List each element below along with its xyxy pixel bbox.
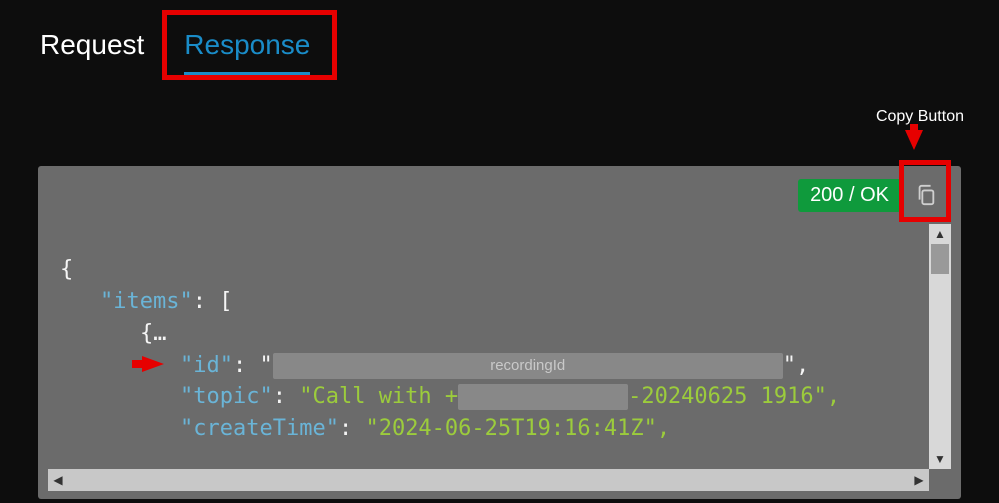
json-line-createtime: "createTime": "2024-06-25T19:16:41Z",: [60, 413, 951, 445]
scroll-track-horizontal[interactable]: [68, 469, 909, 491]
json-punct: : [: [193, 289, 233, 314]
json-key-createtime: "createTime": [180, 416, 339, 441]
redacted-recording-id: recordingId: [273, 353, 783, 379]
response-body-json: {"items": [{…"id": "recordingId","topic"…: [48, 222, 951, 462]
json-punct: ",: [783, 353, 810, 378]
json-string: "2024-06-25T19:16:41Z",: [365, 416, 670, 441]
copy-icon: [915, 183, 937, 207]
json-line-topic: "topic": "Call with + -20240625 1916",: [60, 381, 951, 413]
json-punct: :: [273, 384, 300, 409]
tabs: Request Response: [0, 0, 999, 71]
json-punct: : ": [233, 353, 273, 378]
json-string: -20240625 1916",: [628, 384, 840, 409]
redacted-phone: [458, 384, 628, 410]
status-badge: 200 / OK: [798, 179, 901, 212]
scroll-thumb-vertical[interactable]: [931, 244, 949, 274]
json-key-topic: "topic": [180, 384, 273, 409]
code-area: {"items": [{…"id": "recordingId","topic"…: [48, 222, 951, 462]
json-line-id: "id": "recordingId",: [60, 350, 951, 382]
status-row: 200 / OK: [38, 166, 961, 222]
response-panel: 200 / OK {"items": [{…"id": "recordingId…: [38, 166, 961, 499]
scroll-left-arrow-icon[interactable]: ◀: [48, 473, 68, 487]
json-punct: :: [339, 416, 366, 441]
scroll-down-arrow-icon[interactable]: ▼: [929, 449, 951, 469]
scroll-right-arrow-icon[interactable]: ▶: [909, 473, 929, 487]
json-line: {…: [60, 318, 951, 350]
json-line: {: [60, 254, 951, 286]
annotation-copy-button-label: Copy Button: [876, 108, 964, 126]
json-string: "Call with +: [299, 384, 458, 409]
json-line: "items": [: [60, 286, 951, 318]
copy-button[interactable]: [909, 178, 943, 212]
annotation-arrow-id: [142, 356, 164, 372]
tab-response[interactable]: Response: [164, 25, 330, 71]
scroll-up-arrow-icon[interactable]: ▲: [929, 224, 951, 244]
vertical-scrollbar[interactable]: ▲ ▼: [929, 224, 951, 469]
json-key-items: "items": [100, 289, 193, 314]
annotation-arrow-copy: [905, 130, 923, 150]
tab-request[interactable]: Request: [40, 25, 164, 71]
json-key-id: "id": [180, 353, 233, 378]
horizontal-scrollbar[interactable]: ◀ ▶: [48, 469, 929, 491]
